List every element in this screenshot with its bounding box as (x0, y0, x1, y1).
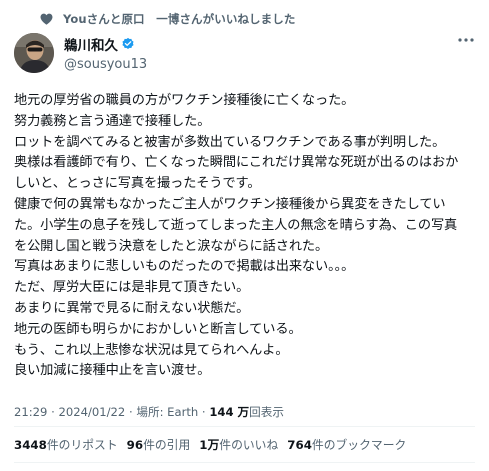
tweet-text-line: 地元の医師も明らかにおかしいと断言している。 (14, 321, 302, 337)
verified-badge-icon (121, 37, 135, 51)
meta-separator: · (125, 405, 137, 419)
tweet-text-line: た。小学生の息子を残して逝ってしまった主人の無念を晴らす為、この写真 (14, 217, 458, 233)
quotes-count: 96 (126, 438, 144, 452)
tweet-text-line: もう、これ以上悲惨な状況は見てられへんよ。 (14, 342, 289, 358)
quotes-label: 件の引用 (143, 438, 191, 452)
tweet-text-line: を公開し国と戦う決意をしたと涙ながらに話された。 (14, 238, 329, 254)
tweet-text-line: あまりに異常で見るに耐えない状態だ。 (14, 300, 250, 316)
tweet-location: 場所: Earth (136, 405, 199, 419)
heart-icon (40, 13, 53, 25)
reposts-count: 3448 (14, 438, 47, 452)
bookmarks-stat[interactable]: 764件のブックマーク (287, 436, 406, 453)
tweet-text-line: 努力義務と言う通達で接種した。 (14, 113, 211, 129)
tweet-header: 鵜川和久 @sousyou13 (14, 31, 475, 75)
social-context-text: Youさんと原口 一博さんがいいねしました (63, 12, 296, 26)
tweet-text-line: 奥様は看護師で有り、亡くなった瞬間にこれだけ異常な死斑が出るのはおか (14, 155, 459, 171)
avatar[interactable] (14, 33, 54, 73)
more-options-icon[interactable] (457, 37, 475, 43)
bookmarks-label: 件のブックマーク (311, 438, 407, 452)
meta-separator: · (47, 405, 59, 419)
divider (14, 426, 475, 427)
tweet-text-line: 地元の厚労省の職員の方がワクチン接種後に亡くなった。 (14, 93, 355, 108)
likes-stat[interactable]: 1万件のいいね (199, 436, 278, 453)
tweet-date[interactable]: 2024/01/22 (58, 405, 125, 419)
quotes-stat[interactable]: 96件の引用 (127, 436, 191, 453)
views-label: 回表示 (249, 405, 284, 419)
likes-label: 件のいいね (219, 438, 279, 452)
tweet-text-line: ただ、厚労大臣には是非見て頂きたい。 (14, 280, 250, 296)
meta-separator: · (198, 405, 210, 419)
divider (14, 462, 475, 463)
tweet-text-line: しいと、とっさに写真を撮ったそうです。 (14, 176, 261, 192)
tweet-meta: 21:29 · 2024/01/22 · 場所: Earth · 144 万 回… (14, 404, 284, 420)
engagement-stats: 3448件のリポスト 96件の引用 1万件のいいね 764件のブックマーク (14, 436, 406, 453)
reposts-label: 件のリポスト (46, 438, 118, 452)
views-count[interactable]: 144 万 (209, 404, 249, 420)
handle[interactable]: @sousyou13 (64, 57, 147, 72)
tweet-text-line: 良い加減に接種中止を言い渡せ。 (14, 363, 211, 379)
reposts-stat[interactable]: 3448件のリポスト (14, 436, 118, 453)
tweet-text: 地元の厚労省の職員の方がワクチン接種後に亡くなった。 努力義務と言う通達で接種し… (14, 91, 479, 382)
social-context[interactable]: Youさんと原口 一博さんがいいねしました (40, 10, 295, 28)
likes-count: 1万 (199, 438, 220, 452)
tweet-text-line: ロットを調べてみると被害が多数出ているワクチンである事が判明した。 (14, 134, 446, 150)
author-names[interactable]: 鵜川和久 @sousyou13 (64, 34, 147, 72)
tweet-text-line: 写真はあまりに悲しいものだったので掲載は出来ない。。。 (14, 259, 355, 275)
display-name[interactable]: 鵜川和久 (64, 34, 118, 54)
tweet-time[interactable]: 21:29 (14, 405, 47, 419)
bookmarks-count: 764 (287, 438, 312, 452)
tweet-text-line: 健康で何の異常もなかったご主人がワクチン接種後から異変をきたしてい (14, 196, 446, 212)
